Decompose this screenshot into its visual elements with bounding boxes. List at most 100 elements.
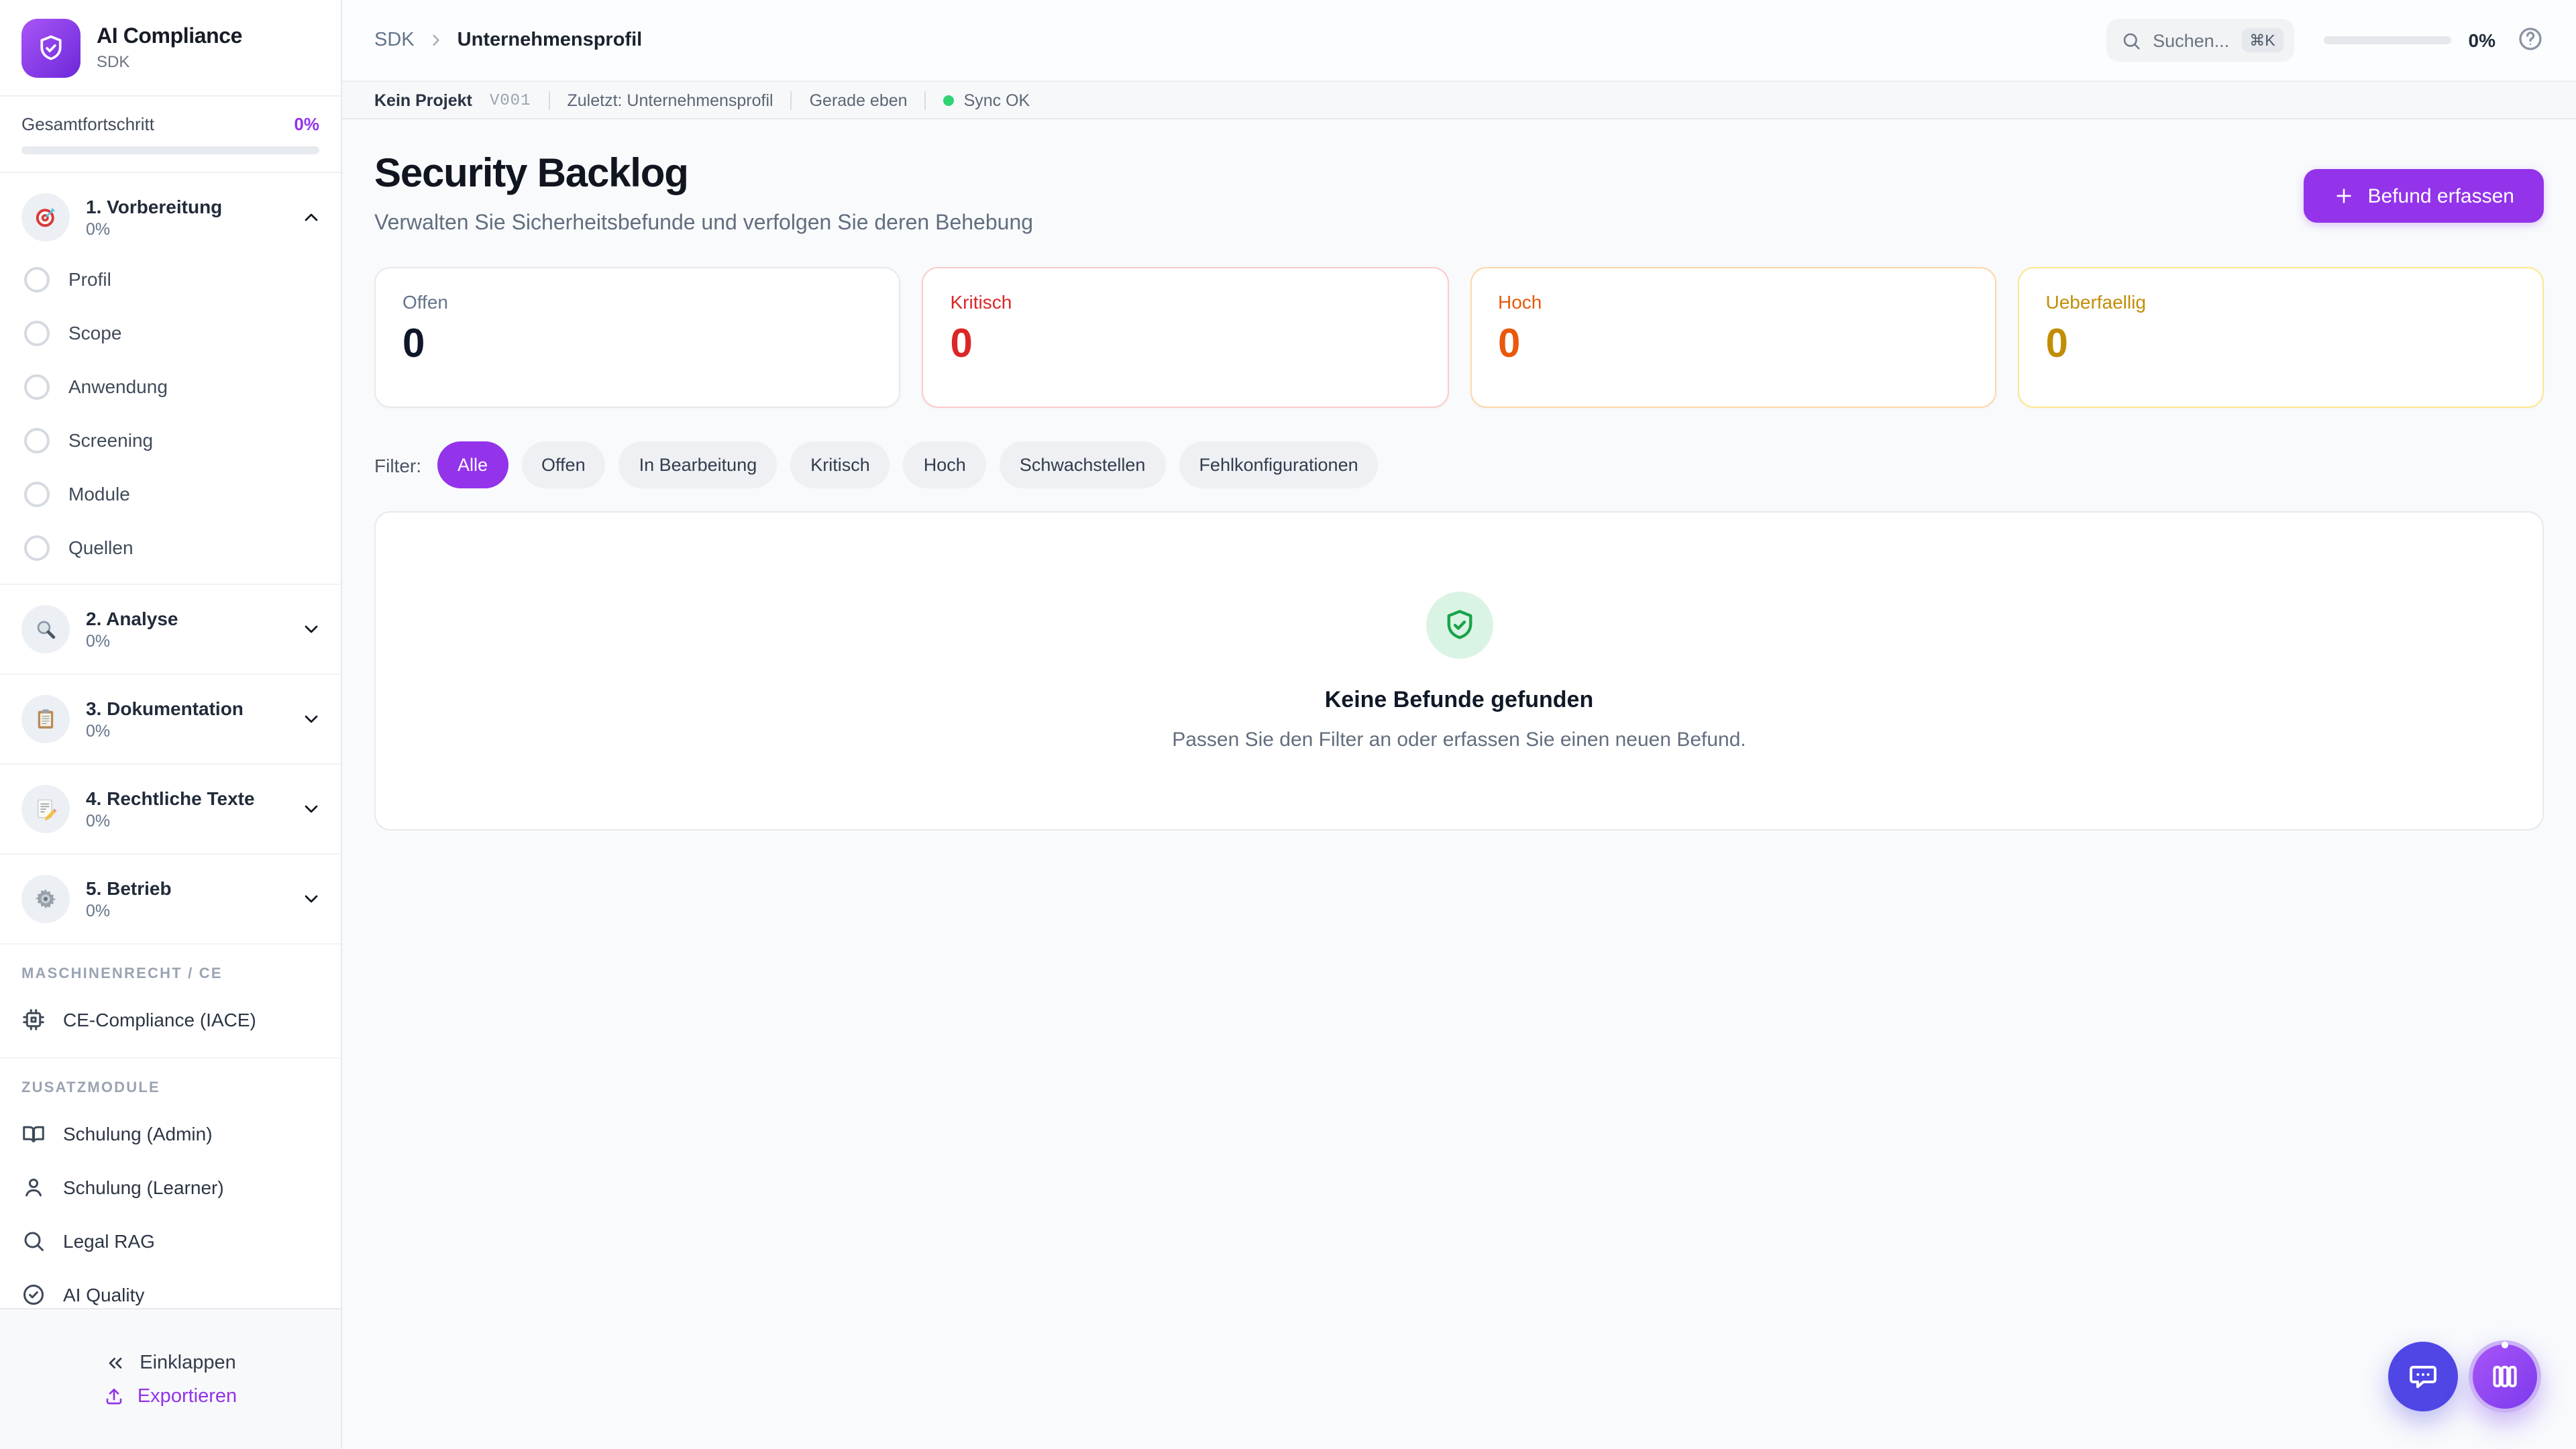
- chevron-down-icon[interactable]: [301, 708, 322, 730]
- step-group-vorbereitung: 1. Vorbereitung 0% Profil Scope Anwendun…: [0, 173, 341, 585]
- topbar-progress-value: 0%: [2469, 30, 2496, 51]
- overall-progress-bar: [21, 146, 319, 154]
- step-label: 2. Analyse: [86, 608, 178, 629]
- export-button[interactable]: Exportieren: [104, 1385, 237, 1407]
- help-circle-icon: [2517, 25, 2544, 52]
- breadcrumb: SDK Unternehmensprofil: [374, 30, 642, 51]
- substep-label: Quellen: [68, 537, 133, 558]
- breadcrumb-root[interactable]: SDK: [374, 30, 415, 51]
- chevron-up-icon[interactable]: [301, 207, 322, 228]
- keyboard-shortcut-badge: ⌘K: [2241, 28, 2283, 52]
- filter-chip-schwachstellen[interactable]: Schwachstellen: [1000, 441, 1166, 488]
- page-title: Security Backlog: [374, 152, 1033, 197]
- empty-state-title: Keine Befunde gefunden: [1325, 686, 1593, 713]
- stat-card-ueberfaellig[interactable]: Ueberfaellig 0: [2018, 267, 2544, 408]
- search-placeholder: Suchen...: [2153, 30, 2229, 50]
- step-icon-circle: [21, 605, 70, 653]
- export-label: Exportieren: [138, 1385, 237, 1407]
- topbar: SDK Unternehmensprofil Suchen... ⌘K 0%: [342, 0, 2576, 80]
- step-percent: 0%: [86, 220, 222, 239]
- sidebar-step-rechtliche-texte[interactable]: 4. Rechtliche Texte 0%: [0, 774, 341, 844]
- sidebar-step-betrieb[interactable]: 5. Betrieb 0%: [0, 864, 341, 934]
- stat-card-kritisch[interactable]: Kritisch 0: [922, 267, 1449, 408]
- stat-card-hoch[interactable]: Hoch 0: [1470, 267, 1996, 408]
- sidebar-step-dokumentation[interactable]: 3. Dokumentation 0%: [0, 684, 341, 754]
- filter-chip-kritisch[interactable]: Kritisch: [790, 441, 890, 488]
- step-group-dokumentation: 3. Dokumentation 0%: [0, 675, 341, 765]
- board-fab-button[interactable]: [2469, 1340, 2541, 1413]
- chevron-down-icon[interactable]: [301, 888, 322, 910]
- stat-value: 0: [2046, 322, 2516, 368]
- topbar-progress-bar: [2324, 36, 2451, 44]
- sidebar-substep-screening[interactable]: Screening: [0, 413, 341, 467]
- sidebar-item-schulung-admin[interactable]: Schulung (Admin): [0, 1107, 341, 1161]
- radio-circle-icon: [24, 266, 50, 292]
- substep-label: Scope: [68, 322, 121, 343]
- stats-row: Offen 0 Kritisch 0 Hoch 0 Ueberfaellig 0: [374, 267, 2544, 408]
- divider: [791, 91, 792, 109]
- module-label: Schulung (Learner): [63, 1177, 224, 1198]
- sidebar-substep-profil[interactable]: Profil: [0, 252, 341, 306]
- substep-label: Anwendung: [68, 376, 168, 397]
- step-group-rechtliche-texte: 4. Rechtliche Texte 0%: [0, 765, 341, 855]
- search-icon: [2121, 30, 2141, 50]
- stat-value: 0: [951, 322, 1421, 368]
- app-logo: [21, 18, 80, 77]
- floating-buttons: [2388, 1340, 2541, 1413]
- chat-fab-button[interactable]: [2388, 1342, 2458, 1411]
- module-label: Legal RAG: [63, 1230, 155, 1252]
- check-circle-icon: [21, 1283, 46, 1307]
- sidebar-item-legal-rag[interactable]: Legal RAG: [0, 1214, 341, 1268]
- sidebar-substep-anwendung[interactable]: Anwendung: [0, 360, 341, 413]
- step-icon-circle: [21, 785, 70, 833]
- substep-label: Profil: [68, 268, 111, 290]
- sidebar-substep-module[interactable]: Module: [0, 467, 341, 521]
- filter-chip-fehlkonfigurationen[interactable]: Fehlkonfigurationen: [1179, 441, 1378, 488]
- target-icon: [34, 205, 58, 229]
- radio-circle-icon: [24, 481, 50, 506]
- sidebar-item-schulung-learner[interactable]: Schulung (Learner): [0, 1161, 341, 1214]
- radio-circle-icon: [24, 374, 50, 399]
- module-label: CE-Compliance (IACE): [63, 1009, 256, 1030]
- sidebar-item-ai-quality[interactable]: AI Quality: [0, 1268, 341, 1308]
- stat-label: Hoch: [1498, 291, 1968, 313]
- app-window: AI Compliance SDK Gesamtfortschritt 0%: [0, 0, 2576, 1449]
- substep-label: Module: [68, 483, 130, 504]
- filter-chip-alle[interactable]: Alle: [437, 441, 508, 488]
- step-group-betrieb: 5. Betrieb 0%: [0, 855, 341, 945]
- module-label: AI Quality: [63, 1284, 144, 1305]
- sidebar-nav: 1. Vorbereitung 0% Profil Scope Anwendun…: [0, 173, 341, 1308]
- divider: [549, 91, 550, 109]
- sidebar-substep-quellen[interactable]: Quellen: [0, 521, 341, 574]
- section-zusatzmodule: ZUSATZMODULE Schulung (Admin) Schulung (…: [0, 1059, 341, 1308]
- sidebar-footer: Einklappen Exportieren: [0, 1308, 341, 1449]
- findings-empty-state: Keine Befunde gefunden Passen Sie den Fi…: [374, 511, 2544, 830]
- collapse-sidebar-button[interactable]: Einklappen: [105, 1352, 236, 1373]
- step-label: 4. Rechtliche Texte: [86, 788, 255, 809]
- chevrons-left-icon: [105, 1352, 126, 1373]
- chevron-right-icon: [427, 31, 445, 50]
- stat-value: 0: [1498, 322, 1968, 368]
- filter-chip-offen[interactable]: Offen: [521, 441, 606, 488]
- empty-state-subtitle: Passen Sie den Filter an oder erfassen S…: [1172, 728, 1746, 751]
- sidebar-step-vorbereitung[interactable]: 1. Vorbereitung 0%: [0, 182, 341, 252]
- add-finding-button[interactable]: Befund erfassen: [2304, 169, 2544, 223]
- help-button[interactable]: [2517, 25, 2544, 56]
- sidebar-substep-scope[interactable]: Scope: [0, 306, 341, 360]
- chevron-down-icon[interactable]: [301, 619, 322, 640]
- filter-chip-hoch[interactable]: Hoch: [904, 441, 986, 488]
- sidebar-step-analyse[interactable]: 2. Analyse 0%: [0, 594, 341, 664]
- chevron-down-icon[interactable]: [301, 798, 322, 820]
- stat-card-offen[interactable]: Offen 0: [374, 267, 901, 408]
- filter-label: Filter:: [374, 454, 421, 476]
- step-group-analyse: 2. Analyse 0%: [0, 585, 341, 675]
- search-input[interactable]: Suchen... ⌘K: [2106, 19, 2294, 62]
- page-subtitle: Verwalten Sie Sicherheitsbefunde und ver…: [374, 212, 1033, 236]
- sidebar-item-ce-compliance[interactable]: CE-Compliance (IACE): [0, 993, 341, 1046]
- sync-label: Sync OK: [964, 91, 1030, 109]
- last-saved-time: Gerade eben: [810, 91, 908, 109]
- status-bar: Kein Projekt V001 Zuletzt: Unternehmensp…: [342, 80, 2576, 119]
- filter-chip-in-bearbeitung[interactable]: In Bearbeitung: [619, 441, 777, 488]
- stat-label: Offen: [402, 291, 873, 313]
- notification-dot-icon: [2502, 1342, 2508, 1348]
